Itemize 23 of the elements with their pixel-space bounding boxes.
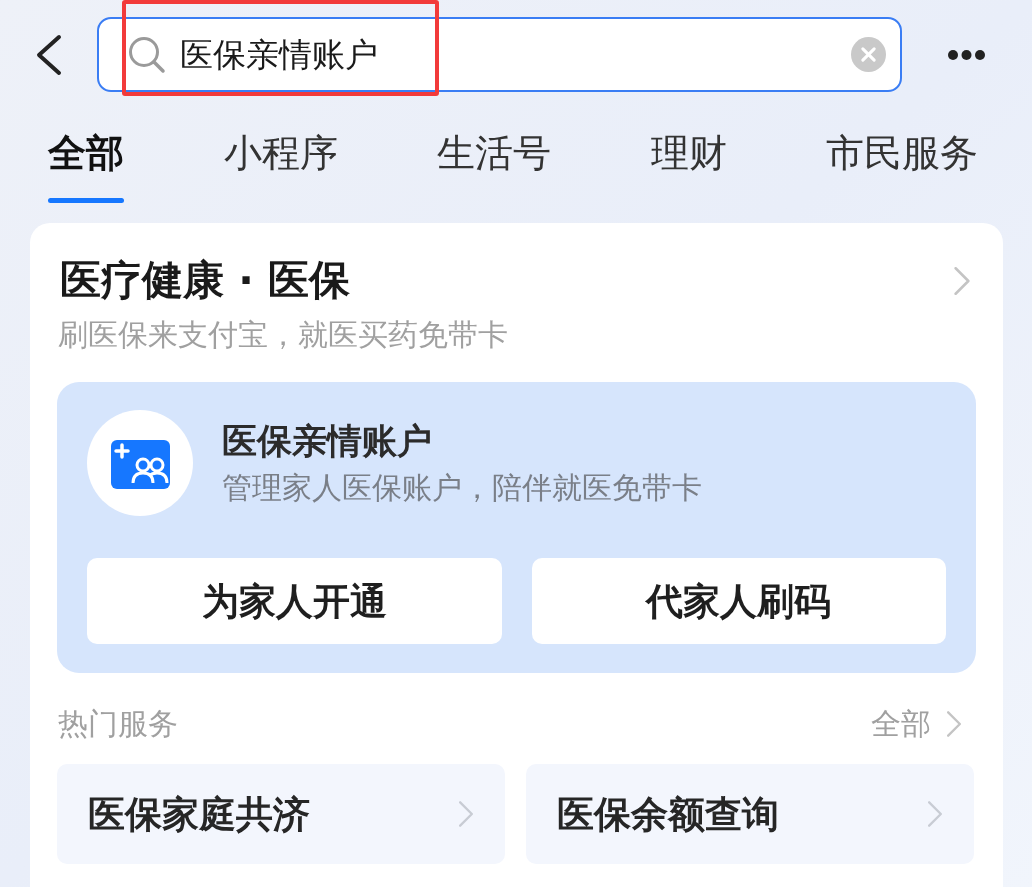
search-icon	[128, 35, 166, 74]
action-button[interactable]: 代家人刷码	[531, 558, 946, 644]
family-card-icon	[87, 410, 193, 516]
service-tile[interactable]: 医保余额查询	[526, 764, 974, 864]
category-tab[interactable]: 理财	[650, 134, 727, 172]
action-button[interactable]: 为家人开通	[87, 558, 502, 644]
service-tile[interactable]: 医保家庭共济	[57, 764, 505, 864]
chevron-right-icon	[928, 800, 942, 828]
chevron-right-icon	[947, 711, 961, 737]
category-tab[interactable]: 市民服务	[826, 134, 978, 172]
chevron-right-icon	[459, 800, 473, 828]
category-tab[interactable]: 生活号	[437, 134, 551, 172]
category-tab[interactable]: 全部	[48, 134, 124, 203]
chevron-right-icon	[954, 266, 970, 295]
search-query: 医保亲情账户	[180, 38, 378, 71]
category-tab[interactable]: 小程序	[223, 134, 338, 172]
feature-description: 管理家人医保账户，陪伴就医免带卡	[222, 472, 702, 503]
section-subtitle: 刷医保来支付宝，就医买药免带卡	[57, 320, 509, 350]
more-icon[interactable]	[948, 49, 985, 60]
hot-services-heading: 热门服务	[58, 709, 178, 739]
feature-title: 医保亲情账户	[222, 423, 433, 459]
search-field[interactable]: 医保亲情账户	[97, 17, 902, 92]
section-title: 医疗健康 · 医保	[60, 260, 351, 301]
